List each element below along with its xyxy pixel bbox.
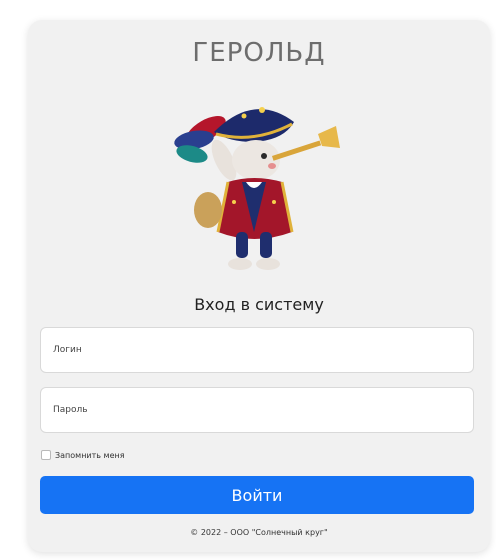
login-field[interactable]: Логин bbox=[40, 327, 474, 373]
remember-checkbox[interactable] bbox=[41, 450, 51, 460]
password-input[interactable] bbox=[41, 388, 473, 432]
app-title: ГЕРОЛЬД bbox=[192, 38, 326, 68]
login-input[interactable] bbox=[41, 328, 473, 372]
login-card: ГЕРОЛЬД Вход в систему Логин Пароль Запо… bbox=[28, 20, 490, 552]
remember-me[interactable]: Запомнить меня bbox=[41, 450, 125, 460]
herald-rabbit-trumpet-icon bbox=[174, 107, 340, 270]
password-field[interactable]: Пароль bbox=[40, 387, 474, 433]
footer-copyright: © 2022 – ООО "Солнечный круг" bbox=[190, 528, 328, 537]
remember-label: Запомнить меня bbox=[55, 450, 125, 460]
login-button[interactable]: Войти bbox=[40, 476, 474, 514]
login-heading: Вход в систему bbox=[194, 295, 324, 314]
